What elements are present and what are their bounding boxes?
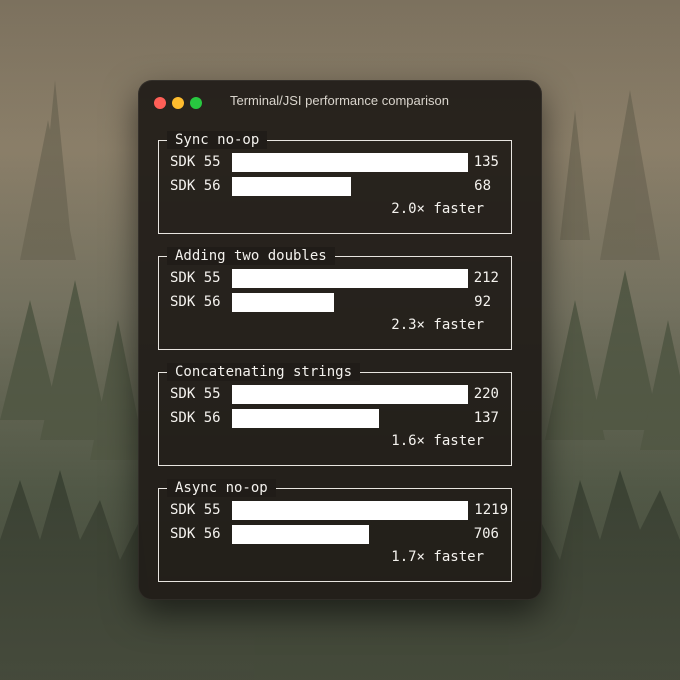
section-label: Adding two doubles (167, 247, 335, 265)
sdk-label: SDK 56 (170, 178, 221, 194)
benchmark-section-concatenating-strings: Concatenating strings SDK 55 220 SDK 56 … (158, 363, 512, 466)
result-row-sdk56: SDK 56 706 (159, 525, 511, 545)
sdk-label: SDK 55 (170, 386, 221, 402)
result-value: 137 (473, 410, 499, 426)
speedup-label: 1.6× faster (391, 433, 484, 449)
result-row-sdk55: SDK 55 212 (159, 269, 511, 289)
result-bar (232, 409, 379, 428)
sdk-label: SDK 56 (170, 526, 221, 542)
zoom-button[interactable] (190, 97, 202, 109)
result-value: 212 (473, 270, 499, 286)
speedup-label: 1.7× faster (391, 549, 484, 565)
speedup-word: faster (433, 201, 484, 217)
benchmark-section-adding-doubles: Adding two doubles SDK 55 212 SDK 56 92 … (158, 247, 512, 350)
result-bar (232, 269, 468, 288)
speedup-word: faster (433, 317, 484, 333)
speedup-word: faster (433, 433, 484, 449)
speedup-factor: 2.0× (391, 201, 425, 217)
result-value: 1219 (474, 502, 508, 518)
sdk-label: SDK 56 (170, 294, 221, 310)
speedup-label: 2.0× faster (391, 201, 484, 217)
speedup-word: faster (433, 549, 484, 565)
section-label: Async no-op (167, 479, 276, 497)
result-bar (232, 525, 369, 544)
speedup-label: 2.3× faster (391, 317, 484, 333)
title-bar: Terminal/JSI performance comparison (138, 80, 542, 124)
result-value: 706 (473, 526, 499, 542)
result-row-sdk55: SDK 55 1219 (159, 501, 511, 521)
result-bar (232, 177, 351, 196)
result-row-sdk56: SDK 56 92 (159, 293, 511, 313)
result-bar (232, 153, 468, 172)
sdk-label: SDK 55 (170, 270, 221, 286)
section-label: Sync no-op (167, 131, 268, 149)
result-bar (232, 293, 334, 312)
speedup-factor: 1.7× (391, 549, 425, 565)
result-row-sdk55: SDK 55 135 (159, 153, 511, 173)
result-value: 68 (474, 178, 491, 194)
result-bar (232, 501, 468, 520)
close-button[interactable] (154, 97, 166, 109)
result-row-sdk56: SDK 56 68 (159, 177, 511, 197)
sdk-label: SDK 56 (170, 410, 221, 426)
result-value: 92 (474, 294, 491, 310)
result-row-sdk56: SDK 56 137 (159, 409, 511, 429)
benchmark-section-async-noop: Async no-op SDK 55 1219 SDK 56 706 1.7× … (158, 479, 512, 582)
sdk-label: SDK 55 (170, 502, 221, 518)
result-value: 220 (473, 386, 499, 402)
speedup-factor: 1.6× (391, 433, 425, 449)
speedup-factor: 2.3× (391, 317, 425, 333)
benchmark-section-sync-noop: Sync no-op SDK 55 135 SDK 56 68 2.0× fas… (158, 131, 512, 234)
result-row-sdk55: SDK 55 220 (159, 385, 511, 405)
sdk-label: SDK 55 (170, 154, 221, 170)
window-title: Terminal/JSI performance comparison (230, 93, 449, 108)
terminal-window: Terminal/JSI performance comparison Sync… (138, 80, 542, 600)
result-value: 135 (473, 154, 499, 170)
section-label: Concatenating strings (167, 363, 361, 381)
result-bar (232, 385, 468, 404)
minimize-button[interactable] (172, 97, 184, 109)
